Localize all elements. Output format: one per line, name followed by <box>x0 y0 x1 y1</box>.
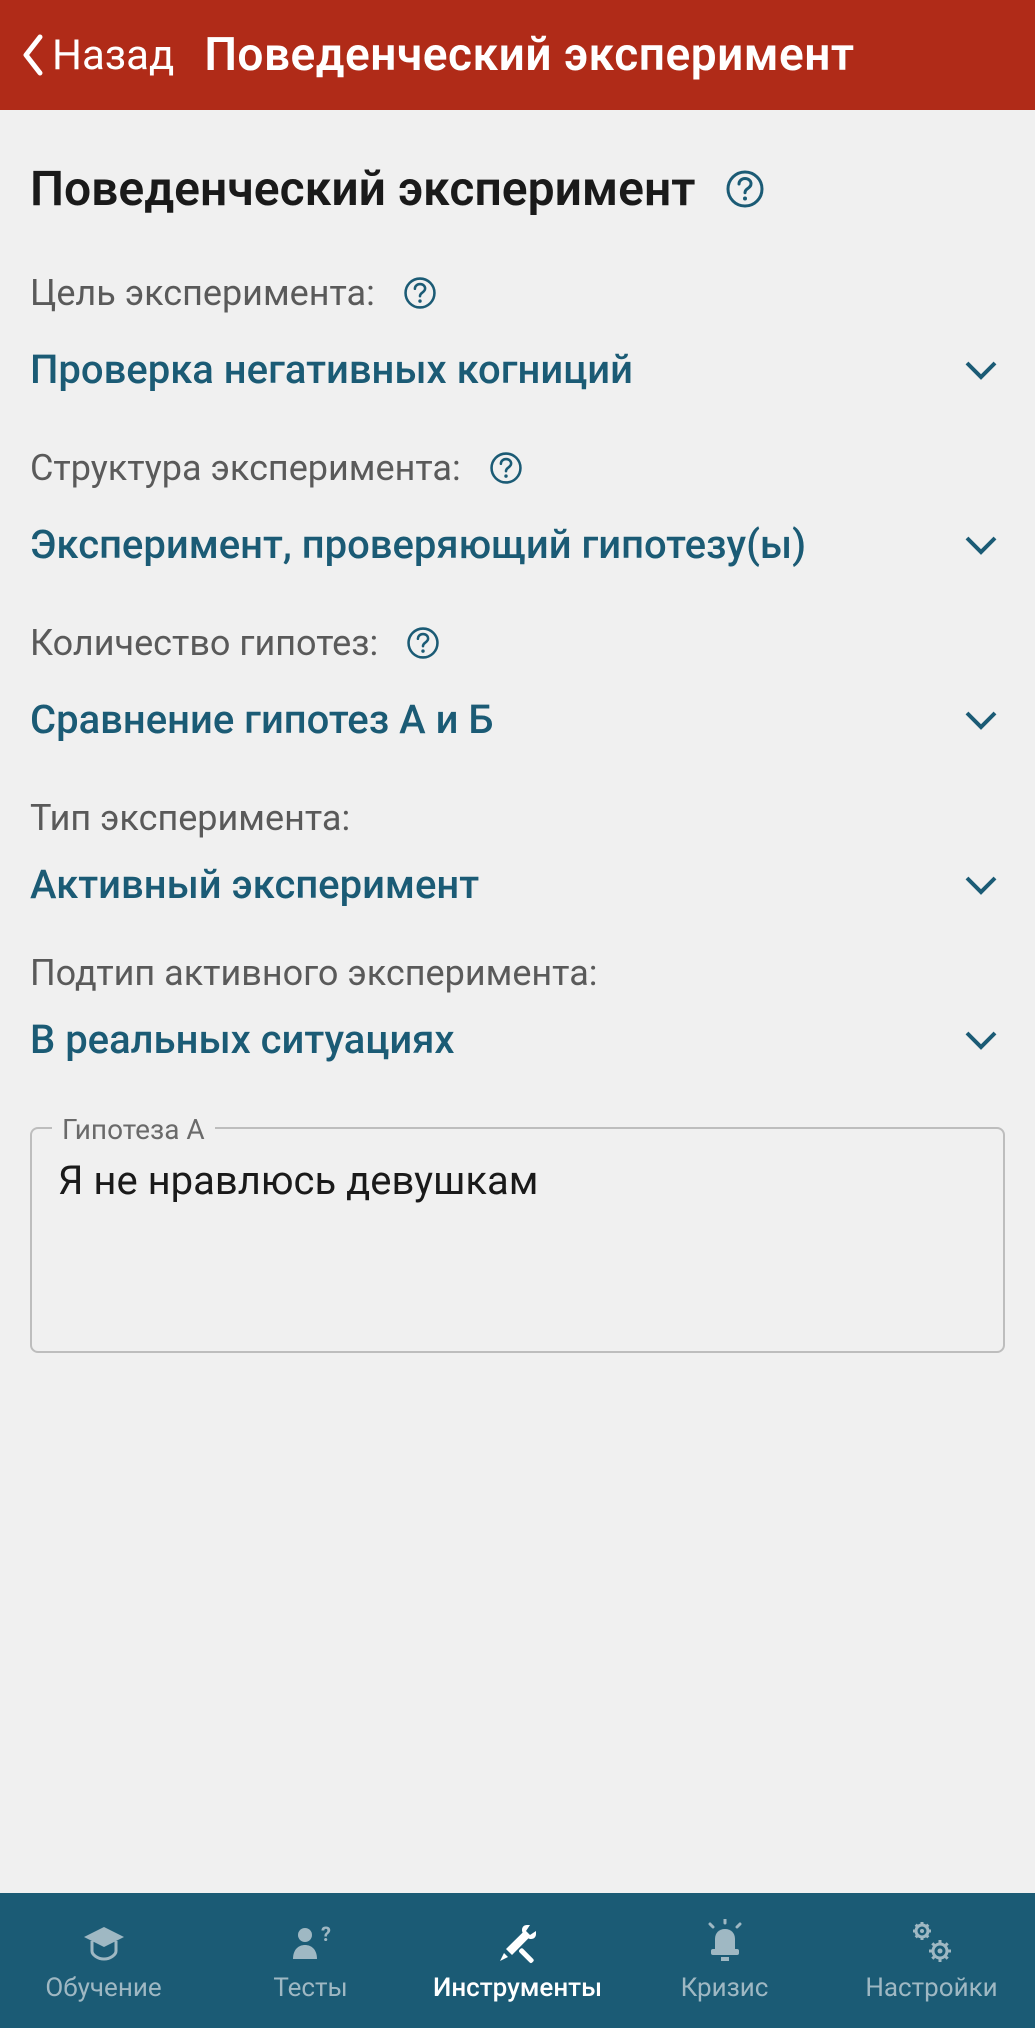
field-type: Тип эксперимента: Активный эксперимент <box>30 797 1005 912</box>
bottom-nav: Обучение ? Тесты Инструменты Кризис <box>0 1893 1035 2028</box>
help-icon[interactable] <box>489 451 523 485</box>
dropdown-value: Сравнение гипотез А и Б <box>30 696 494 743</box>
field-label: Структура эксперимента: <box>30 447 461 489</box>
nav-item-tools[interactable]: Инструменты <box>414 1893 621 2028</box>
education-icon <box>80 1919 128 1967</box>
dropdown-value: В реальных ситуациях <box>30 1016 455 1063</box>
nav-item-crisis[interactable]: Кризис <box>621 1893 828 2028</box>
crisis-icon <box>701 1919 749 1967</box>
field-goal: Цель эксперимента: Проверка негативных к… <box>30 272 1005 397</box>
nav-item-tests[interactable]: ? Тесты <box>207 1893 414 2028</box>
field-label: Подтип активного эксперимента: <box>30 952 598 994</box>
back-label: Назад <box>52 31 174 80</box>
dropdown-value: Активный эксперимент <box>30 861 479 908</box>
field-label: Тип эксперимента: <box>30 797 350 839</box>
chevron-down-icon <box>963 534 999 556</box>
chevron-left-icon <box>20 33 46 77</box>
dropdown-value: Эксперимент, проверяющий гипотезу(ы) <box>30 521 806 568</box>
back-button[interactable]: Назад <box>20 31 174 80</box>
type-dropdown[interactable]: Активный эксперимент <box>30 857 1005 912</box>
help-icon[interactable] <box>725 169 765 209</box>
nav-label: Инструменты <box>433 1973 602 2003</box>
tests-icon: ? <box>287 1919 335 1967</box>
field-subtype: Подтип активного эксперимента: В реальны… <box>30 952 1005 1067</box>
chevron-down-icon <box>963 1029 999 1051</box>
nav-item-education[interactable]: Обучение <box>0 1893 207 2028</box>
dropdown-value: Проверка негативных когниций <box>30 346 633 393</box>
settings-icon <box>908 1919 956 1967</box>
subtype-dropdown[interactable]: В реальных ситуациях <box>30 1012 1005 1067</box>
textarea-legend: Гипотеза А <box>52 1113 215 1146</box>
structure-dropdown[interactable]: Эксперимент, проверяющий гипотезу(ы) <box>30 517 1005 572</box>
help-icon[interactable] <box>406 626 440 660</box>
nav-label: Обучение <box>45 1973 161 2003</box>
chevron-down-icon <box>963 709 999 731</box>
nav-label: Тесты <box>273 1973 347 2003</box>
page-title: Поведенческий эксперимент <box>30 160 695 217</box>
field-structure: Структура эксперимента: Эксперимент, про… <box>30 447 1005 572</box>
nav-item-settings[interactable]: Настройки <box>828 1893 1035 2028</box>
app-header: Назад Поведенческий эксперимент <box>0 0 1035 110</box>
nav-label: Кризис <box>681 1973 769 2003</box>
field-label: Количество гипотез: <box>30 622 378 664</box>
field-label: Цель эксперимента: <box>30 272 375 314</box>
chevron-down-icon <box>963 874 999 896</box>
hypothesis-count-dropdown[interactable]: Сравнение гипотез А и Б <box>30 692 1005 747</box>
help-icon[interactable] <box>403 276 437 310</box>
goal-dropdown[interactable]: Проверка негативных когниций <box>30 342 1005 397</box>
field-hypothesis-count: Количество гипотез: Сравнение гипотез А … <box>30 622 1005 747</box>
tools-icon <box>494 1919 542 1967</box>
content-area: Поведенческий эксперимент Цель экспериме… <box>0 110 1035 1893</box>
chevron-down-icon <box>963 359 999 381</box>
hypothesis-a-input[interactable] <box>58 1157 977 1277</box>
nav-label: Настройки <box>865 1973 997 2003</box>
hypothesis-a-field: Гипотеза А <box>30 1127 1005 1353</box>
svg-text:?: ? <box>321 1922 331 1946</box>
header-title: Поведенческий эксперимент <box>204 28 854 82</box>
